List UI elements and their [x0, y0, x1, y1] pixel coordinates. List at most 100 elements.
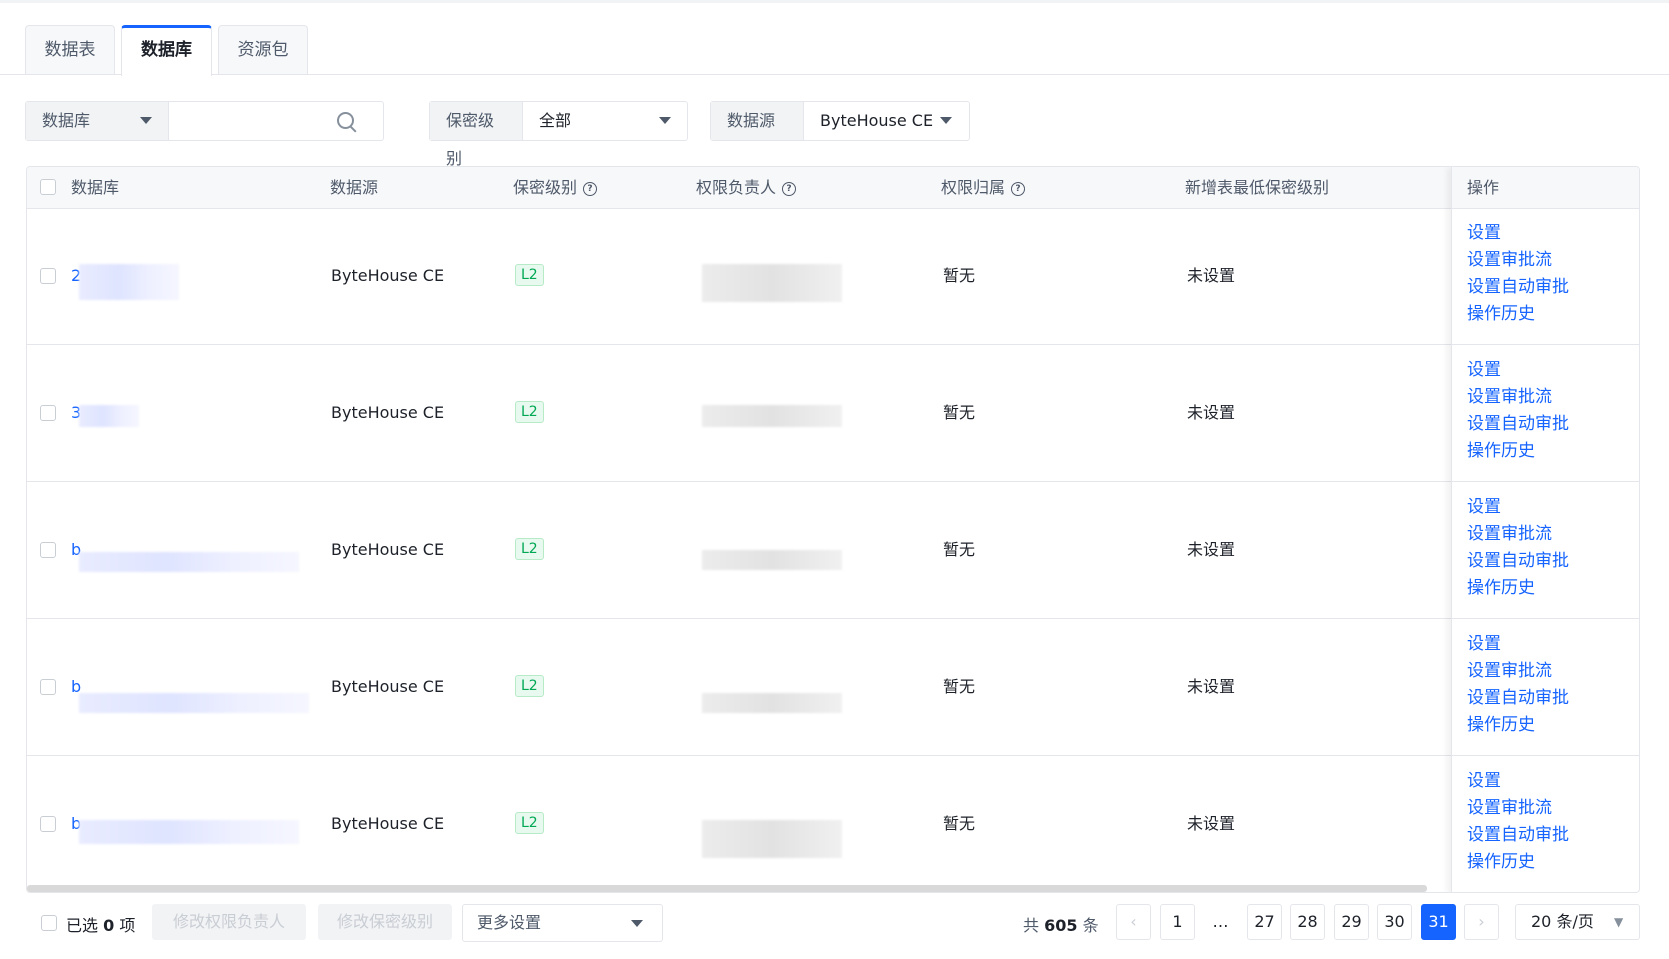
level-tag: L2 — [515, 812, 544, 834]
operation-history-link[interactable]: 操作历史 — [1467, 712, 1569, 739]
help-icon[interactable]: ? — [583, 181, 598, 196]
col-ownership: 权限归属? — [941, 167, 1026, 208]
set-approval-flow-link[interactable]: 设置审批流 — [1467, 521, 1569, 548]
set-auto-approval-link[interactable]: 设置自动审批 — [1467, 274, 1569, 301]
next-page-button[interactable]: › — [1464, 904, 1499, 940]
page-size-label: 20 条/页 — [1531, 912, 1594, 931]
selected-count: 已选 0 项 — [66, 912, 135, 936]
min-level-cell: 未设置 — [1187, 814, 1236, 833]
col-ownership-label: 权限归属 — [941, 178, 1006, 197]
col-level-label: 保密级别 — [513, 178, 578, 197]
help-icon[interactable]: ? — [782, 181, 797, 196]
set-link[interactable]: 设置 — [1467, 494, 1569, 521]
row-checkbox[interactable] — [40, 542, 56, 558]
horizontal-scrollbar[interactable] — [27, 885, 1427, 892]
page-ellipsis[interactable]: … — [1203, 904, 1238, 940]
row-actions: 设置 设置审批流 设置自动审批 操作历史 — [1467, 357, 1569, 465]
set-approval-flow-link[interactable]: 设置审批流 — [1467, 384, 1569, 411]
edit-level-button[interactable]: 修改保密级别 — [318, 904, 452, 940]
row-checkbox[interactable] — [40, 268, 56, 284]
operation-history-link[interactable]: 操作历史 — [1467, 301, 1569, 328]
row-actions: 设置 设置审批流 设置自动审批 操作历史 — [1467, 494, 1569, 602]
tab-resource-packages[interactable]: 资源包 — [218, 25, 308, 74]
more-settings-label: 更多设置 — [477, 913, 542, 932]
set-auto-approval-link[interactable]: 设置自动审批 — [1467, 685, 1569, 712]
table-footer: 已选 0 项 修改权限负责人 修改保密级别 更多设置 共 605 条 ‹ 1 …… — [0, 904, 1669, 944]
more-settings-select[interactable]: 更多设置 — [462, 904, 663, 942]
level-select-value: 全部 — [539, 111, 572, 130]
total-suffix: 条 — [1082, 916, 1099, 935]
table-row: b ByteHouse CE L2 暂无 未设置 — [27, 756, 1639, 892]
operation-history-link[interactable]: 操作历史 — [1467, 438, 1569, 465]
selected-prefix: 已选 — [66, 916, 99, 935]
redacted-owner — [702, 264, 842, 302]
level-select[interactable]: 全部 — [523, 102, 687, 140]
set-approval-flow-link[interactable]: 设置审批流 — [1467, 658, 1569, 685]
ownership-cell: 暂无 — [943, 403, 976, 422]
row-actions: 设置 设置审批流 设置自动审批 操作历史 — [1467, 768, 1569, 876]
total-prefix: 共 — [1023, 916, 1040, 935]
redacted-name — [79, 264, 179, 300]
set-link[interactable]: 设置 — [1467, 768, 1569, 795]
search-type-select[interactable]: 数据库 — [26, 102, 169, 140]
select-all-checkbox[interactable] — [40, 179, 56, 195]
total-number: 605 — [1044, 916, 1078, 935]
tab-tables[interactable]: 数据表 — [25, 25, 115, 74]
set-link[interactable]: 设置 — [1467, 220, 1569, 247]
redacted-name — [79, 552, 299, 572]
ownership-cell: 暂无 — [943, 677, 976, 696]
ownership-cell: 暂无 — [943, 814, 976, 833]
row-checkbox[interactable] — [40, 679, 56, 695]
col-owner-label: 权限负责人 — [696, 178, 777, 197]
level-tag: L2 — [515, 538, 544, 560]
row-checkbox[interactable] — [40, 405, 56, 421]
set-approval-flow-link[interactable]: 设置审批流 — [1467, 795, 1569, 822]
level-tag: L2 — [515, 675, 544, 697]
redacted-owner — [702, 405, 842, 427]
page-size-select[interactable]: 20 条/页 ▼ — [1515, 904, 1640, 940]
page-button[interactable]: 1 — [1160, 904, 1195, 940]
prev-page-button[interactable]: ‹ — [1116, 904, 1151, 940]
page-button[interactable]: 30 — [1377, 904, 1412, 940]
set-auto-approval-link[interactable]: 设置自动审批 — [1467, 411, 1569, 438]
tab-databases[interactable]: 数据库 — [121, 25, 212, 76]
col-level: 保密级别? — [513, 167, 598, 208]
source-select[interactable]: ByteHouse CE — [804, 102, 969, 140]
selected-number: 0 — [103, 916, 115, 935]
search-input[interactable] — [169, 102, 383, 140]
set-auto-approval-link[interactable]: 设置自动审批 — [1467, 548, 1569, 575]
table-row: b ByteHouse CE L2 暂无 未设置 — [27, 619, 1639, 756]
page-button[interactable]: 28 — [1290, 904, 1325, 940]
min-level-cell: 未设置 — [1187, 266, 1236, 285]
help-icon[interactable]: ? — [1011, 181, 1026, 196]
total-count: 共 605 条 — [1023, 912, 1099, 936]
row-checkbox[interactable] — [40, 816, 56, 832]
col-min-level: 新增表最低保密级别 — [1185, 178, 1330, 197]
source-cell: ByteHouse CE — [331, 814, 445, 833]
operation-history-link[interactable]: 操作历史 — [1467, 575, 1569, 602]
set-link[interactable]: 设置 — [1467, 357, 1569, 384]
redacted-owner — [702, 820, 842, 858]
operation-history-link[interactable]: 操作历史 — [1467, 849, 1569, 876]
set-approval-flow-link[interactable]: 设置审批流 — [1467, 247, 1569, 274]
caret-down-icon — [631, 920, 643, 927]
page-button[interactable]: 27 — [1247, 904, 1282, 940]
edit-owner-button[interactable]: 修改权限负责人 — [152, 904, 306, 940]
col-source: 数据源 — [330, 178, 379, 197]
level-filter-label: 保密级别 — [430, 102, 523, 168]
current-page-button[interactable]: 31 — [1421, 904, 1456, 940]
redacted-owner — [702, 550, 842, 570]
set-auto-approval-link[interactable]: 设置自动审批 — [1467, 822, 1569, 849]
redacted-owner — [702, 693, 842, 713]
table-row: b ByteHouse CE L2 暂无 未设置 — [27, 482, 1639, 619]
col-database: 数据库 — [71, 178, 120, 197]
search-icon[interactable] — [337, 112, 354, 129]
col-actions: 操作 — [1467, 178, 1500, 197]
min-level-cell: 未设置 — [1187, 677, 1236, 696]
redacted-name — [79, 405, 139, 427]
top-divider — [0, 0, 1669, 3]
page-button[interactable]: 29 — [1334, 904, 1369, 940]
set-link[interactable]: 设置 — [1467, 631, 1569, 658]
footer-select-all-checkbox[interactable] — [41, 915, 57, 931]
source-cell: ByteHouse CE — [331, 403, 445, 422]
